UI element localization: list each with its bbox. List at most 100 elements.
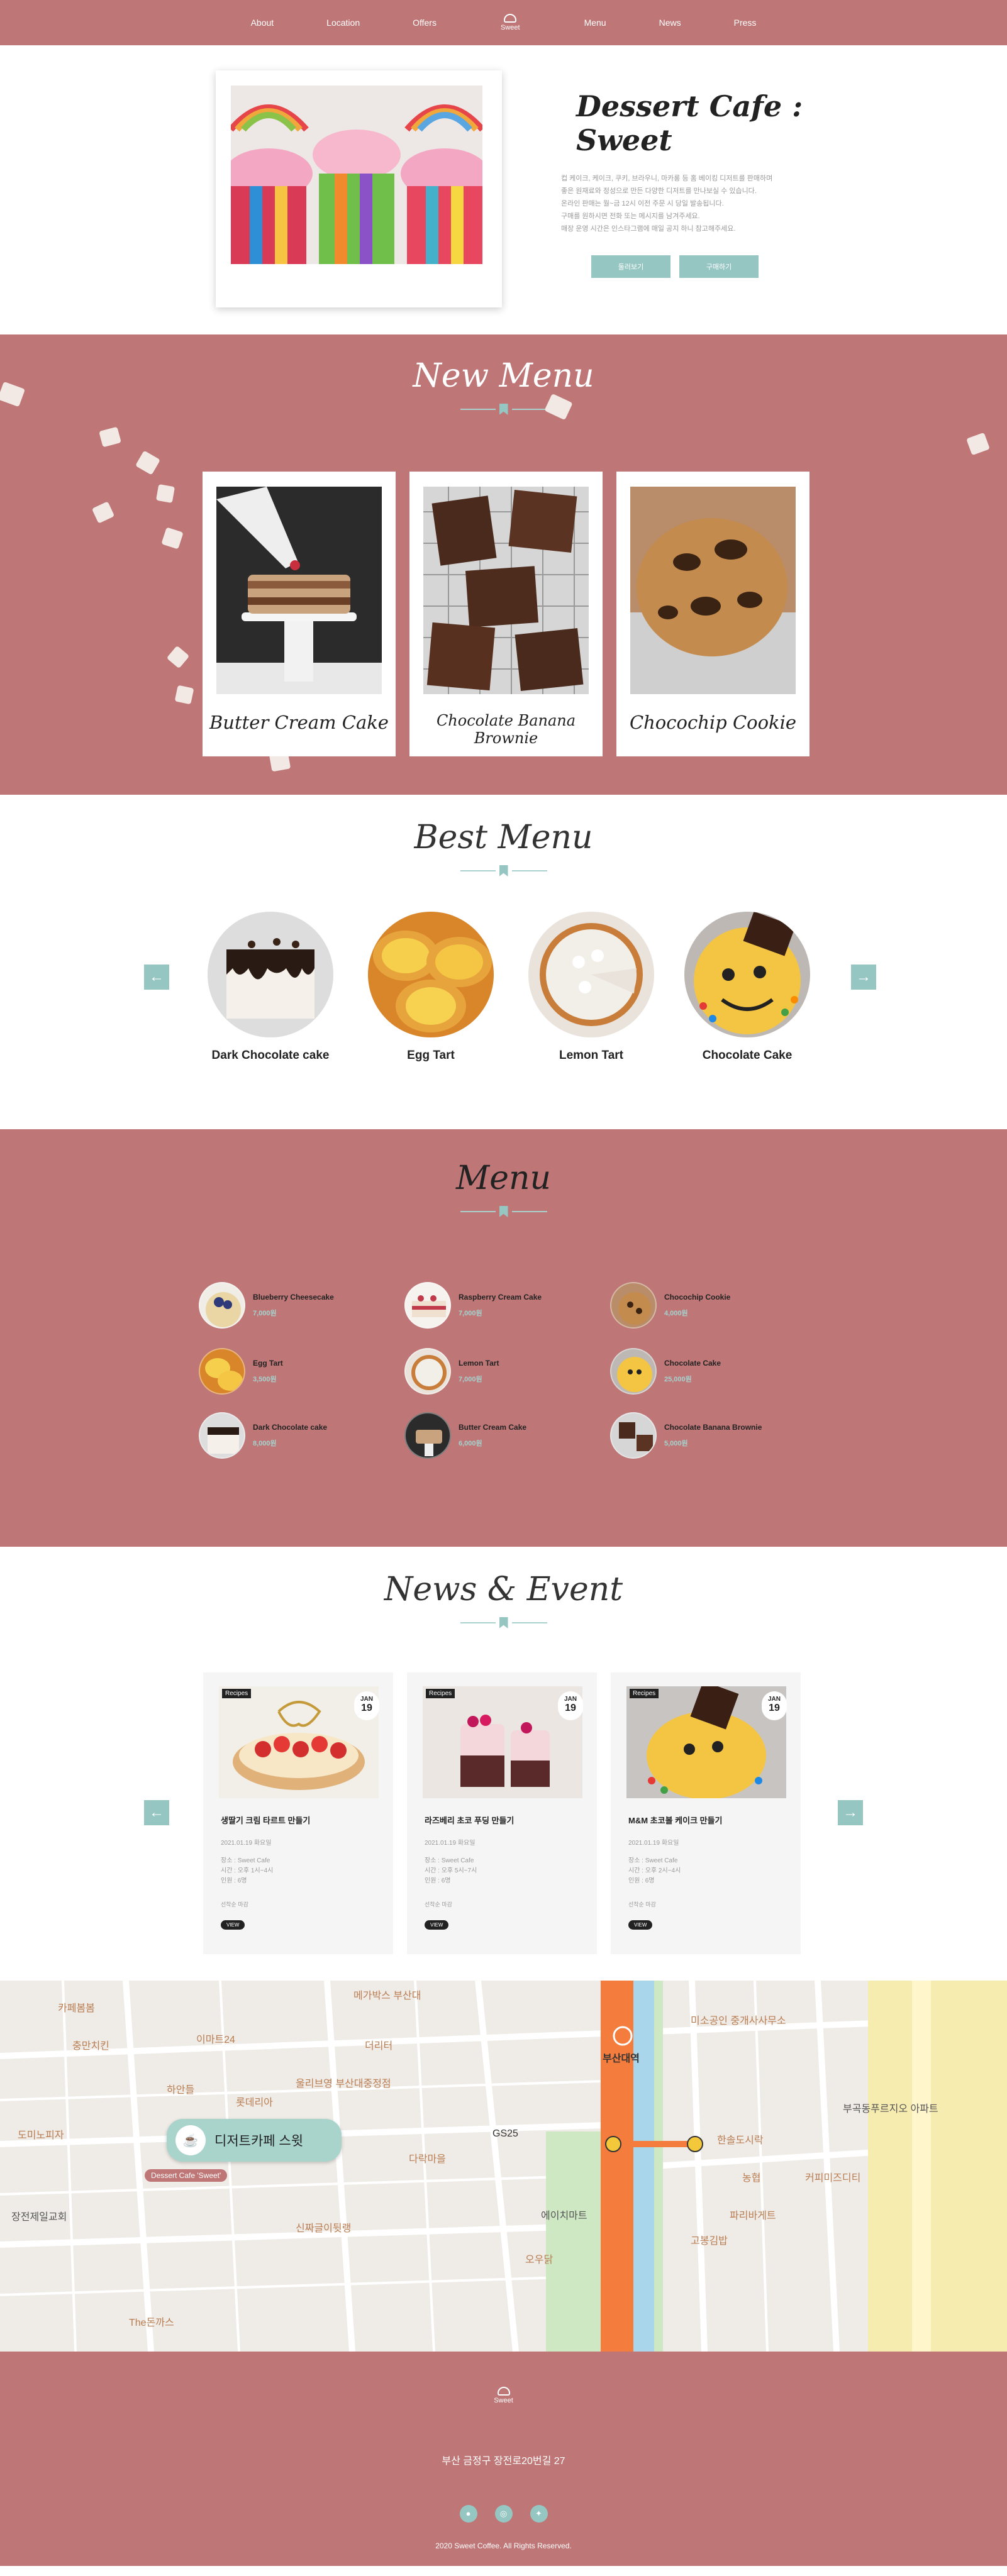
menu-item-price: 7,000원 [459, 1310, 482, 1317]
new-menu-card[interactable]: Chocolate Banana Brownie [409, 472, 603, 756]
menu-item[interactable]: Lemon Tart 7,000원 [404, 1348, 499, 1395]
title-divider [0, 1617, 1007, 1628]
social-links: ● ◎ ✦ [0, 2505, 1007, 2523]
menu-item-price: 25,000원 [664, 1376, 692, 1383]
chocolate-cake-photo [684, 912, 810, 1037]
egg-tart-photo [368, 912, 494, 1037]
news-date-day: 19 [565, 1703, 576, 1713]
news-card-meta: 2021.01.19 화요일 장소 : Sweet Cafe 시간 : 오후 1… [221, 1838, 273, 1886]
menu-item[interactable]: Chocochip Cookie 4,000원 [610, 1282, 730, 1329]
nav-link-press[interactable]: Press [734, 18, 757, 28]
best-menu-name: Dark Chocolate cake [211, 1049, 330, 1062]
buy-button[interactable]: 구매하기 [679, 255, 759, 278]
view-button[interactable]: VIEW [425, 1920, 449, 1930]
menu-item[interactable]: Blueberry Cheesecake 7,000원 [199, 1282, 334, 1329]
best-menu-item[interactable]: Lemon Tart [528, 912, 654, 1063]
menu-item-thumb [404, 1412, 451, 1459]
sugar-cube-decoration [166, 645, 190, 669]
menu-item-thumb [199, 1282, 245, 1329]
view-button[interactable]: VIEW [628, 1920, 653, 1930]
logo[interactable]: Sweet [501, 14, 520, 31]
map-poi-label: 커피미즈디티 [805, 2173, 861, 2184]
new-menu-section: New Menu Butter Cream Cake Chocolate Ban… [0, 334, 1007, 795]
menu-item-price: 3,500원 [253, 1376, 277, 1383]
menu-item[interactable]: Butter Cream Cake 6,000원 [404, 1412, 526, 1459]
news-card[interactable]: Recipes JAN 19 라즈베리 초코 푸딩 만들기 2021.01.19 … [407, 1672, 597, 1954]
browse-button[interactable]: 둘러보기 [591, 255, 670, 278]
nav-link-offers[interactable]: Offers [413, 18, 437, 28]
intro-desc-line: 온라인 판매는 월~금 12시 이전 주문 시 당일 발송됩니다. [561, 200, 724, 207]
nav-link-about[interactable]: About [251, 18, 274, 28]
map-poi-label: 고봉김밥 [691, 2236, 728, 2247]
news-card-date: 2021.01.19 화요일 [628, 1840, 679, 1847]
brownie-photo [423, 487, 589, 694]
logo-text: Sweet [500, 24, 520, 31]
news-card-title: 라즈베리 초코 푸딩 만들기 [425, 1816, 515, 1825]
news-card-status: 선착순 마감 [221, 1901, 248, 1908]
news-prev-arrow-icon[interactable]: ← [144, 1800, 169, 1825]
news-date-day: 19 [769, 1703, 780, 1713]
menu-heading: Menu [0, 1129, 1007, 1217]
twitter-icon[interactable]: ✦ [530, 2505, 548, 2523]
news-next-arrow-icon[interactable]: → [838, 1800, 863, 1825]
best-menu-item[interactable]: Dark Chocolate cake [208, 912, 333, 1063]
map-poi-label: 신짜글이뒷랭 [296, 2223, 352, 2234]
news-card-place: 장소 : Sweet Cafe [628, 1857, 678, 1864]
best-menu-heading: Best Menu [0, 795, 1007, 876]
coffee-cup-icon: ☕ [175, 2125, 206, 2155]
menu-item[interactable]: Raspberry Cream Cake 7,000원 [404, 1282, 542, 1329]
best-menu-section: Best Menu ← → Dark Chocolate cake Egg Ta… [0, 795, 1007, 1129]
new-menu-caption: Chocolate Banana Brownie [436, 712, 576, 747]
dark-chocolate-cake-photo [208, 912, 333, 1037]
news-card-meta: 2021.01.19 화요일 장소 : Sweet Cafe 시간 : 오후 2… [628, 1838, 681, 1886]
new-menu-card[interactable]: Chocochip Cookie [616, 472, 809, 756]
menu-item-name: Dark Chocolate cake [253, 1423, 328, 1432]
title-divider [0, 865, 1007, 876]
menu-item-name: Chocolate Banana Brownie [664, 1423, 762, 1432]
menu-item[interactable]: Dark Chocolate cake 8,000원 [199, 1412, 327, 1459]
facebook-icon[interactable]: ● [459, 2505, 477, 2523]
best-menu-item[interactable]: Egg Tart [368, 912, 494, 1063]
menu-item[interactable]: Chocolate Banana Brownie 5,000원 [610, 1412, 762, 1459]
best-menu-item[interactable]: Chocolate Cake [684, 912, 810, 1063]
news-card-time: 시간 : 오후 1시~4시 [221, 1867, 274, 1874]
news-heading: News & Event [0, 1547, 1007, 1628]
map-marker-bubble[interactable]: ☕ 디저트카페 스윗 [167, 2119, 342, 2162]
map-poi-label: 더리터 [365, 2041, 393, 2052]
news-card-place: 장소 : Sweet Cafe [425, 1857, 474, 1864]
menu-item-price: 5,000원 [664, 1440, 688, 1447]
map-background [0, 1981, 1007, 2352]
map-poi-label: GS25 [492, 2128, 518, 2139]
menu-item-thumb [404, 1282, 451, 1329]
view-button[interactable]: VIEW [221, 1920, 245, 1930]
footer: Sweet 부산 금정구 장전로20번길 27 ● ◎ ✦ 2020 Sweet… [0, 2352, 1007, 2566]
nav-link-location[interactable]: Location [326, 18, 360, 28]
news-card-status: 선착순 마감 [425, 1901, 452, 1908]
bookmark-icon [499, 404, 508, 415]
menu-item[interactable]: Chocolate Cake 25,000원 [610, 1348, 721, 1395]
instagram-icon[interactable]: ◎ [494, 2505, 513, 2523]
map-poi-label: 부곡동푸르지오 아파트 [843, 2104, 938, 2114]
map-poi-label: 농협 [742, 2173, 761, 2184]
nav-link-news[interactable]: News [659, 18, 681, 28]
map-poi-label: 오우닭 [525, 2255, 554, 2265]
menu-item-price: 7,000원 [253, 1310, 277, 1317]
intro-desc-line: 컵 케이크, 케이크, 쿠키, 브라우니, 마카롱 등 홈 베이킹 디저트를 판… [561, 175, 773, 182]
sugar-cube-decoration [135, 450, 160, 475]
nav-link-menu[interactable]: Menu [584, 18, 606, 28]
menu-item[interactable]: Egg Tart 3,500원 [199, 1348, 283, 1395]
footer-logo[interactable]: Sweet [0, 2352, 1007, 2404]
new-menu-card[interactable]: Butter Cream Cake [203, 472, 396, 756]
best-prev-arrow-icon[interactable]: ← [144, 965, 169, 990]
news-date-badge: JAN 19 [762, 1691, 787, 1720]
news-card[interactable]: Recipes JAN 19 M&M 초코볼 케이크 만들기 2021.01.19… [611, 1672, 801, 1954]
menu-item-name: Blueberry Cheesecake [253, 1293, 334, 1302]
best-menu-image [684, 912, 810, 1037]
menu-item-name: Chocochip Cookie [664, 1293, 731, 1302]
news-card[interactable]: Recipes JAN 19 생딸기 크림 타르트 만들기 2021.01.19 … [203, 1672, 393, 1954]
map-poi-label: 한솔도시락 [717, 2135, 764, 2146]
location-map[interactable]: 카페봄봄 이마트24 충만치킨 메가박스 부산대 더리터 미소공인 중개사사무소… [0, 1981, 1007, 2352]
best-next-arrow-icon[interactable]: → [851, 965, 876, 990]
best-menu-title: Best Menu [414, 819, 593, 856]
menu-item-price: 4,000원 [664, 1310, 688, 1317]
